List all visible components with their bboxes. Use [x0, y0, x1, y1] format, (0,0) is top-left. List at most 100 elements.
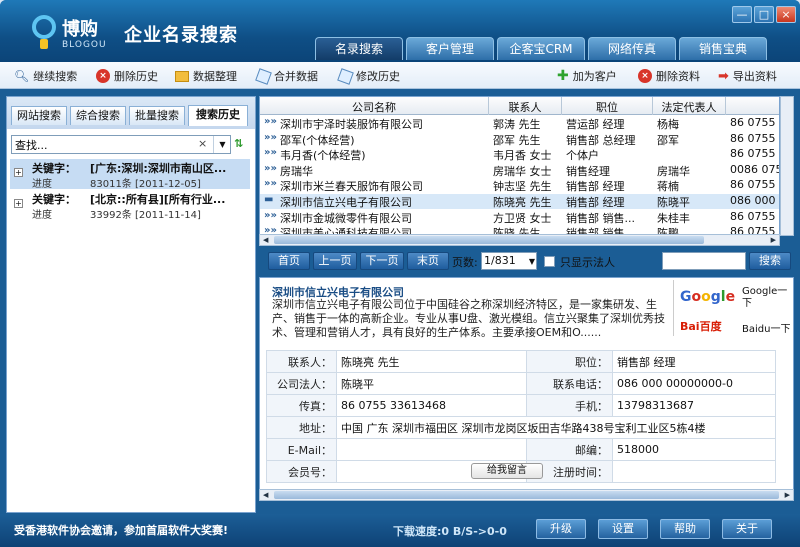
history-item[interactable]: + 关键字： [北京::所有县][所有行业... 进度 33992条 [2011… [10, 190, 250, 221]
status-bar: 受香港软件协会邀请，参加首届软件大奖赛! 下载速度:0 B/S->0-0 升级 … [0, 514, 800, 547]
promo-link[interactable]: 受香港软件协会邀请，参加首届软件大奖赛! [14, 522, 228, 538]
sort-icon[interactable]: ⇅ [234, 137, 243, 150]
keyword-value: [广东:深圳:深圳市南山区... [90, 162, 227, 175]
tab-directory-search[interactable]: 名录搜索 [315, 37, 403, 60]
next-page-button[interactable]: 下一页 [360, 252, 404, 270]
scroll-left-icon[interactable]: ◀ [263, 491, 268, 499]
phone-label: 联系电话： [526, 372, 613, 395]
member-value: 给我留言 [336, 460, 543, 483]
scroll-left-icon[interactable]: ◀ [263, 236, 268, 244]
tab-web-search[interactable]: 网站搜索 [11, 106, 67, 125]
email-value [336, 438, 527, 461]
expand-icon[interactable]: + [14, 168, 23, 177]
keyword-value: [北京::所有县][所有行业... [90, 193, 226, 206]
cell-legal: 陈晓平 [657, 196, 690, 209]
column-company[interactable]: 公司名称 [260, 99, 488, 115]
scroll-right-icon[interactable]: ▶ [785, 491, 790, 499]
merge-data-button[interactable]: 合并数据 [255, 67, 318, 85]
maximize-button[interactable]: □ [754, 6, 774, 23]
tab-combined-search[interactable]: 综合搜索 [70, 106, 126, 125]
column-position[interactable]: 职位 [562, 99, 652, 115]
prev-page-button[interactable]: 上一页 [313, 252, 357, 270]
scroll-thumb[interactable] [274, 491, 779, 499]
leave-message-button[interactable]: 给我留言 [471, 463, 543, 479]
cell-contact: 方卫贤 女士 [493, 211, 552, 225]
google-search-link[interactable]: Google一下 [742, 286, 790, 310]
export-record-button[interactable]: ➡ 导出资料 [718, 68, 777, 84]
tab-customer-management[interactable]: 客户管理 [406, 37, 494, 60]
first-page-button[interactable]: 首页 [268, 252, 310, 270]
column-legal-rep[interactable]: 法定代表人 [653, 99, 725, 115]
page-select[interactable]: 1/831 ▼ [481, 252, 537, 270]
delete-record-button[interactable]: × 删除资料 [638, 68, 700, 84]
table-row[interactable]: ▬ 深圳市信立兴电子有限公司 陈晓亮 先生 销售部 经理 陈晓平 086 000 [260, 194, 779, 209]
cell-title: 个体户 [566, 149, 599, 163]
detail-horizontal-scrollbar[interactable]: ◀ ▶ [259, 489, 794, 501]
title-bar: 博购 BLOGOU 企业名录搜索 — □ × 名录搜索 客户管理 企客宝CRM … [0, 0, 800, 62]
tab-sales-guide[interactable]: 销售宝典 [679, 37, 767, 60]
scroll-right-icon[interactable]: ▶ [771, 236, 776, 244]
baidu-search-link[interactable]: Baidu一下 [742, 320, 790, 335]
legal-value: 陈晓平 [336, 372, 527, 395]
progress-label: 进度 [32, 210, 52, 221]
upgrade-button[interactable]: 升级 [536, 519, 586, 539]
cell-title: 销售部 总经理 [566, 133, 636, 147]
about-button[interactable]: 关于 [722, 519, 772, 539]
cell-title: 销售部 经理 [566, 196, 625, 209]
email-label: E-Mail： [266, 438, 337, 461]
column-contact[interactable]: 联系人 [489, 99, 561, 115]
double-chevron-icon: »» [264, 209, 277, 221]
organize-data-button[interactable]: 数据整理 [175, 68, 237, 84]
member-label: 会员号： [266, 460, 337, 483]
history-item[interactable]: + 关键字： [广东:深圳:深圳市南山区... 进度 83011条 [2011-… [10, 159, 250, 190]
settings-button[interactable]: 设置 [598, 519, 648, 539]
merge-icon [255, 67, 272, 85]
cell-name: 深圳市金城微零件有限公司 [280, 211, 412, 225]
double-chevron-icon: »» [264, 162, 277, 174]
table-vertical-scrollbar[interactable] [780, 96, 794, 236]
cell-title: 销售经理 [566, 164, 610, 178]
google-logo: Google [680, 289, 736, 305]
continue-search-button[interactable]: 🔍︎ 继续搜索 [14, 68, 77, 84]
phone-value: 086 000 00000000-0 [612, 372, 776, 395]
minimize-button[interactable]: — [732, 6, 752, 23]
table-row[interactable]: »»深圳市宇泽时装服饰有限公司 郭涛 先生 营运部 经理 杨梅 86 0755 8 [260, 116, 779, 131]
add-customer-button[interactable]: ✚ 加为客户 [557, 68, 617, 84]
column-divider[interactable] [725, 97, 726, 115]
search-button[interactable]: 搜索 [749, 252, 791, 270]
folder-icon [175, 70, 189, 82]
filter-input[interactable] [662, 252, 746, 270]
history-search-input[interactable] [12, 136, 192, 153]
table-row[interactable]: »»韦月香(个体经营) 韦月香 女士个体户 86 0755 3 [260, 147, 779, 163]
clear-icon[interactable]: × [198, 137, 207, 150]
cell-name: 房瑞华 [280, 164, 313, 178]
edit-icon [337, 67, 354, 85]
dropdown-arrow-icon[interactable]: ▼ [213, 136, 231, 153]
table-horizontal-scrollbar[interactable]: ◀ ▶ [259, 234, 780, 246]
app-window: 博购 BLOGOU 企业名录搜索 — □ × 名录搜索 客户管理 企客宝CRM … [0, 0, 800, 547]
edit-history-button[interactable]: 修改历史 [337, 67, 400, 85]
main-tabs: 名录搜索 客户管理 企客宝CRM 网络传真 销售宝典 [315, 37, 767, 60]
tab-batch-search[interactable]: 批量搜索 [129, 106, 185, 125]
table-row[interactable]: »»房瑞华房瑞华 女士销售经理房瑞华0086 0755 [260, 162, 779, 178]
help-button[interactable]: 帮助 [660, 519, 710, 539]
scroll-thumb[interactable] [274, 236, 704, 244]
contact-info-table: 联系人： 陈晓亮 先生 职位： 销售部 经理 公司法人： 陈晓平 联系电话： 0… [266, 350, 776, 483]
last-page-button[interactable]: 末页 [407, 252, 449, 270]
company-description: 深圳市信立兴电子有限公司位于中国硅谷之称深圳经济特区，是一家集研发、生产、销售于… [272, 298, 666, 339]
table-row[interactable]: »»深圳市米兰春天服饰有限公司 钟志坚 先生销售部 经理 蒋楠 86 0755 2 [260, 178, 779, 193]
legal-only-checkbox[interactable] [544, 256, 555, 267]
table-row[interactable]: »»邵军(个体经营) 邵军 先生 销售部 总经理 邵军 86 0755 8 [260, 131, 779, 147]
close-button[interactable]: × [776, 6, 796, 23]
tab-crm[interactable]: 企客宝CRM [497, 37, 585, 60]
delete-history-button[interactable]: × 删除历史 [96, 68, 158, 84]
tab-search-history[interactable]: 搜索历史 [188, 105, 248, 126]
legal-only-label: 只显示法人 [560, 256, 615, 269]
tab-web-fax[interactable]: 网络传真 [588, 37, 676, 60]
expand-icon[interactable]: + [14, 199, 23, 208]
table-row[interactable]: »» 深圳市金城微零件有限公司 方卫贤 女士 销售部 销售... 朱桂丰 86 0755 … [260, 209, 779, 225]
cell-phone: 86 0755 8 [730, 116, 779, 129]
cell-phone: 86 0755 8 [730, 131, 779, 145]
cell-legal: 杨梅 [657, 118, 679, 131]
results-table: 公司名称 联系人 职位 法定代表人 »» 深圳市宇泽时装服饰有限公司 郭涛 先生 营运… [259, 96, 780, 246]
